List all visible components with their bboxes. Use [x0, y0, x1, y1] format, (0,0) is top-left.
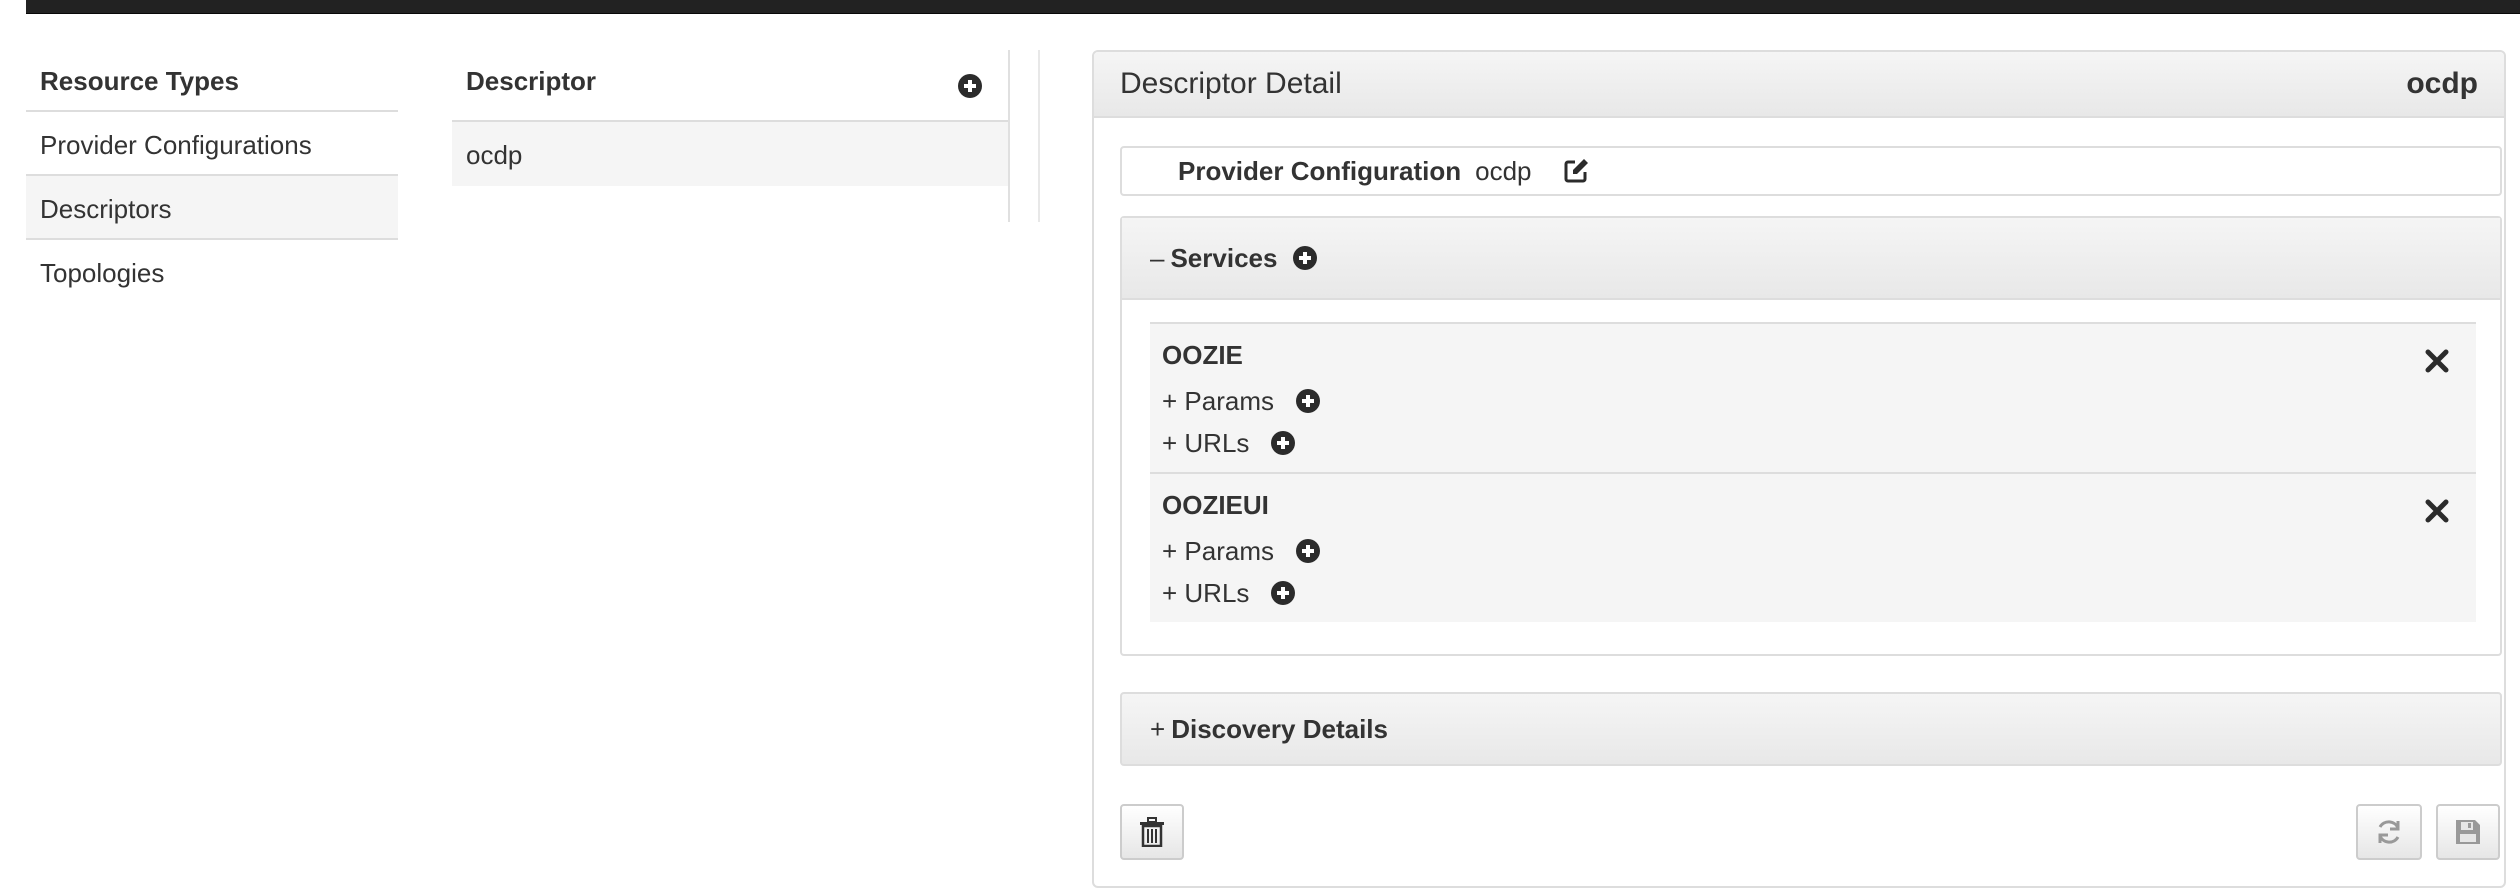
resource-types-list: Resource Types Provider Configurations D… — [26, 50, 398, 304]
descriptor-detail-panel: Descriptor Detail ocdp Provider Configur… — [1092, 50, 2506, 888]
services-header[interactable]: – Services — [1122, 218, 2500, 300]
resource-type-provider-configurations[interactable]: Provider Configurations — [26, 112, 398, 176]
resource-type-topologies[interactable]: Topologies — [26, 240, 398, 304]
descriptor-detail-header: Descriptor Detail ocdp — [1094, 52, 2504, 118]
add-descriptor-icon[interactable] — [958, 74, 982, 98]
service-urls-toggle[interactable]: + URLs — [1162, 428, 1249, 459]
service-item: OOZIEUI + Params + URLs — [1150, 472, 2476, 622]
edit-icon[interactable] — [1562, 157, 1590, 185]
service-urls-row: + URLs — [1162, 422, 2476, 464]
descriptor-header-label: Descriptor — [466, 66, 597, 96]
discovery-details-label: Discovery Details — [1171, 713, 1388, 744]
refresh-icon — [2378, 820, 2400, 844]
service-params-toggle[interactable]: + Params — [1162, 536, 1274, 567]
resource-types-header: Resource Types — [26, 50, 398, 112]
descriptor-detail-title: Descriptor Detail — [1120, 67, 1342, 100]
provider-configuration-row: Provider Configuration ocdp — [1120, 146, 2502, 196]
top-navbar — [26, 0, 2520, 14]
descriptor-item-ocdp[interactable]: ocdp — [452, 122, 1008, 186]
reset-button[interactable] — [2356, 804, 2422, 860]
service-urls-toggle[interactable]: + URLs — [1162, 578, 1249, 609]
add-url-icon[interactable] — [1271, 431, 1296, 455]
services-collapse-toggle[interactable]: – — [1150, 243, 1164, 274]
services-panel: – Services OOZIE + Params + URLs OOZIEUI… — [1120, 216, 2502, 656]
service-name: OOZIEUI — [1162, 490, 1269, 520]
add-url-icon[interactable] — [1271, 581, 1296, 605]
descriptor-list: Descriptor ocdp — [452, 50, 1040, 222]
services-label: Services — [1170, 242, 1278, 273]
discovery-details-toggle[interactable]: + — [1150, 714, 1165, 745]
save-icon — [2456, 820, 2480, 844]
service-params-row: + Params — [1162, 380, 2476, 422]
trash-icon — [1140, 817, 1164, 847]
add-param-icon[interactable] — [1296, 389, 1320, 413]
add-service-icon[interactable] — [1293, 246, 1318, 270]
close-icon[interactable] — [2424, 498, 2450, 524]
service-urls-row: + URLs — [1162, 572, 2476, 614]
provider-configuration-label: Provider Configuration — [1178, 155, 1462, 186]
save-button[interactable] — [2436, 804, 2500, 860]
service-item: OOZIE + Params + URLs — [1150, 322, 2476, 472]
descriptor-list-header: Descriptor — [452, 50, 1008, 122]
add-param-icon[interactable] — [1296, 539, 1320, 563]
delete-button[interactable] — [1120, 804, 1184, 860]
service-name: OOZIE — [1162, 340, 1243, 370]
resource-type-descriptors[interactable]: Descriptors — [26, 176, 398, 240]
close-icon[interactable] — [2424, 348, 2450, 374]
service-params-toggle[interactable]: + Params — [1162, 386, 1274, 417]
provider-configuration-value: ocdp — [1475, 155, 1532, 186]
descriptor-detail-name: ocdp — [2406, 67, 2478, 100]
discovery-details-panel[interactable]: + Discovery Details — [1120, 692, 2502, 766]
service-params-row: + Params — [1162, 530, 2476, 572]
